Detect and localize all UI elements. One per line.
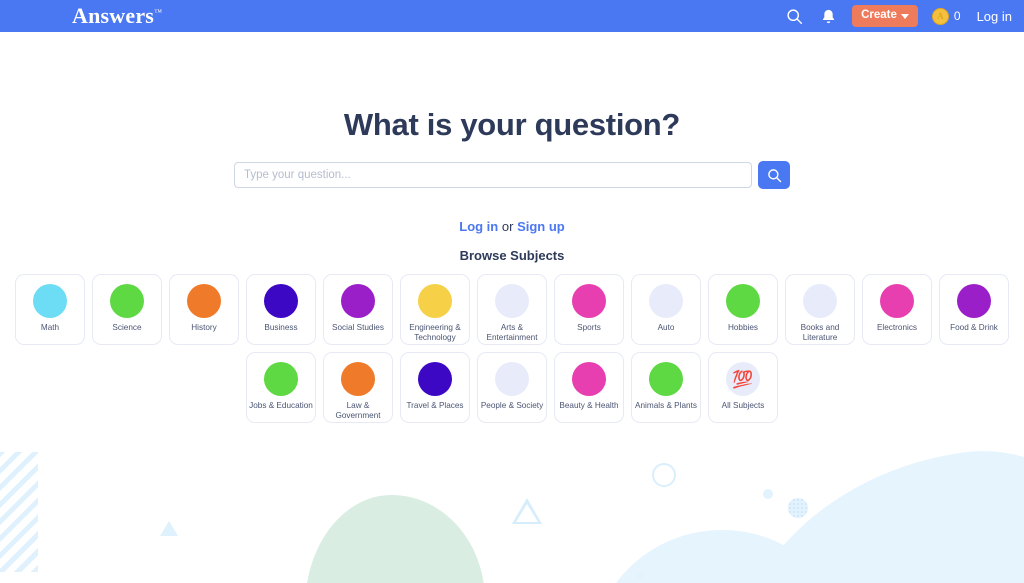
- search-input[interactable]: [234, 162, 752, 188]
- site-header: Answers™ Create A 0 Log in: [0, 0, 1024, 32]
- subject-tile[interactable]: Electronics: [862, 274, 932, 345]
- question-search-bar: [0, 161, 1024, 189]
- subject-tile[interactable]: Food & Drink: [939, 274, 1009, 345]
- subject-icon: [495, 362, 529, 396]
- subject-tiles: Math Science History Business Social Studies…: [0, 274, 1024, 423]
- logo-trademark: ™: [154, 7, 163, 17]
- chevron-down-icon: [900, 13, 909, 19]
- bell-icon[interactable]: [818, 6, 838, 26]
- subject-tile-label: Math: [40, 323, 60, 332]
- subject-tile-label: Law & Government: [335, 401, 381, 421]
- subject-icon: [418, 284, 452, 318]
- subject-tile[interactable]: Animals & Plants: [631, 352, 701, 423]
- main-content: What is your question? Log in or Sign up…: [0, 32, 1024, 423]
- subject-tile[interactable]: Math: [15, 274, 85, 345]
- textured-dot-decoration: [788, 498, 808, 518]
- blue-blob-right-decoration: [705, 430, 1024, 583]
- signup-link[interactable]: Sign up: [517, 219, 565, 234]
- subject-tile[interactable]: Beauty & Health: [554, 352, 624, 423]
- subject-tile-label: Jobs & Education: [249, 401, 313, 410]
- subject-tile-label: Beauty & Health: [559, 401, 619, 410]
- subject-tile-label: Social Studies: [332, 323, 384, 332]
- subject-tile[interactable]: History: [169, 274, 239, 345]
- search-icon[interactable]: [784, 6, 804, 26]
- subject-icon: [341, 362, 375, 396]
- subject-icon: [264, 284, 298, 318]
- subject-icon: [341, 284, 375, 318]
- subject-tile[interactable]: Engineering & Technology: [400, 274, 470, 345]
- subject-tile-label: Food & Drink: [950, 323, 998, 332]
- search-submit-button[interactable]: [758, 161, 790, 189]
- subject-tile-label: People & Society: [480, 401, 544, 410]
- subject-tile[interactable]: Jobs & Education: [246, 352, 316, 423]
- subject-tile[interactable]: Arts & Entertainment: [477, 274, 547, 345]
- subject-tile[interactable]: 💯 All Subjects: [708, 352, 778, 423]
- subject-tile-label: Travel & Places: [406, 401, 464, 410]
- subject-tile-label: Animals & Plants: [635, 401, 697, 410]
- header-actions: Create A 0 Log in: [784, 5, 1012, 27]
- subject-tile[interactable]: Law & Government: [323, 352, 393, 423]
- site-logo[interactable]: Answers™: [72, 5, 162, 27]
- green-blob-decoration: [305, 495, 485, 583]
- page-title: What is your question?: [343, 107, 681, 142]
- subject-tile-label: Engineering & Technology: [409, 323, 461, 343]
- triangle-outline-decoration: [512, 498, 542, 524]
- subject-tile[interactable]: Business: [246, 274, 316, 345]
- subject-icon: [649, 362, 683, 396]
- logo-text: Answers: [72, 3, 155, 28]
- subject-icon: [187, 284, 221, 318]
- subject-tile-label: Science: [112, 323, 142, 332]
- subject-icon: [803, 284, 837, 318]
- subject-icon: [418, 362, 452, 396]
- diagonal-stripes-decoration: [0, 452, 38, 572]
- dot-decoration-1: [763, 489, 773, 499]
- browse-subjects-title: Browse Subjects: [459, 248, 565, 263]
- hundred-points-icon: 💯: [726, 362, 760, 396]
- subject-icon: [495, 284, 529, 318]
- subject-tile-label: Hobbies: [727, 323, 759, 332]
- coin-icon: A: [931, 7, 949, 25]
- subject-icon: [880, 284, 914, 318]
- subject-icon: [572, 362, 606, 396]
- coin-balance[interactable]: A 0: [931, 7, 961, 25]
- subject-tile[interactable]: Sports: [554, 274, 624, 345]
- subject-icon: [33, 284, 67, 318]
- subject-tile-label: Books and Literature: [800, 323, 840, 343]
- subject-icon: [264, 362, 298, 396]
- subject-tile-label: Business: [264, 323, 298, 332]
- subject-icon: [572, 284, 606, 318]
- blue-blob-center-decoration: [592, 530, 852, 583]
- subject-icon: [957, 284, 991, 318]
- subject-tile[interactable]: Travel & Places: [400, 352, 470, 423]
- subject-tile-label: History: [191, 323, 217, 332]
- subject-tile-label: Arts & Entertainment: [486, 323, 538, 343]
- subject-tile[interactable]: Social Studies: [323, 274, 393, 345]
- header-login-link[interactable]: Log in: [977, 9, 1012, 24]
- subject-tile-label: Auto: [657, 323, 675, 332]
- auth-links: Log in or Sign up: [0, 219, 1024, 234]
- create-button-label: Create: [861, 9, 897, 22]
- subject-icon: [110, 284, 144, 318]
- answers-homepage: Answers™ Create A 0 Log in What is your …: [0, 0, 1024, 583]
- triangle-decoration-small: [160, 521, 178, 536]
- subject-tile[interactable]: People & Society: [477, 352, 547, 423]
- subject-tile[interactable]: Science: [92, 274, 162, 345]
- subject-tile-label: All Subjects: [721, 401, 765, 410]
- circle-outline-decoration: [652, 463, 676, 487]
- subject-tile[interactable]: Auto: [631, 274, 701, 345]
- auth-or-label: or: [501, 219, 514, 234]
- coin-count: 0: [953, 9, 961, 23]
- subject-icon: [726, 284, 760, 318]
- subject-tile-label: Sports: [577, 323, 601, 332]
- subject-tile[interactable]: Hobbies: [708, 274, 778, 345]
- login-link[interactable]: Log in: [459, 219, 498, 234]
- dot-decoration-2: [637, 572, 644, 579]
- subject-tile-label: Electronics: [876, 323, 918, 332]
- subject-icon: [649, 284, 683, 318]
- create-button[interactable]: Create: [852, 5, 918, 27]
- subject-tile[interactable]: Books and Literature: [785, 274, 855, 345]
